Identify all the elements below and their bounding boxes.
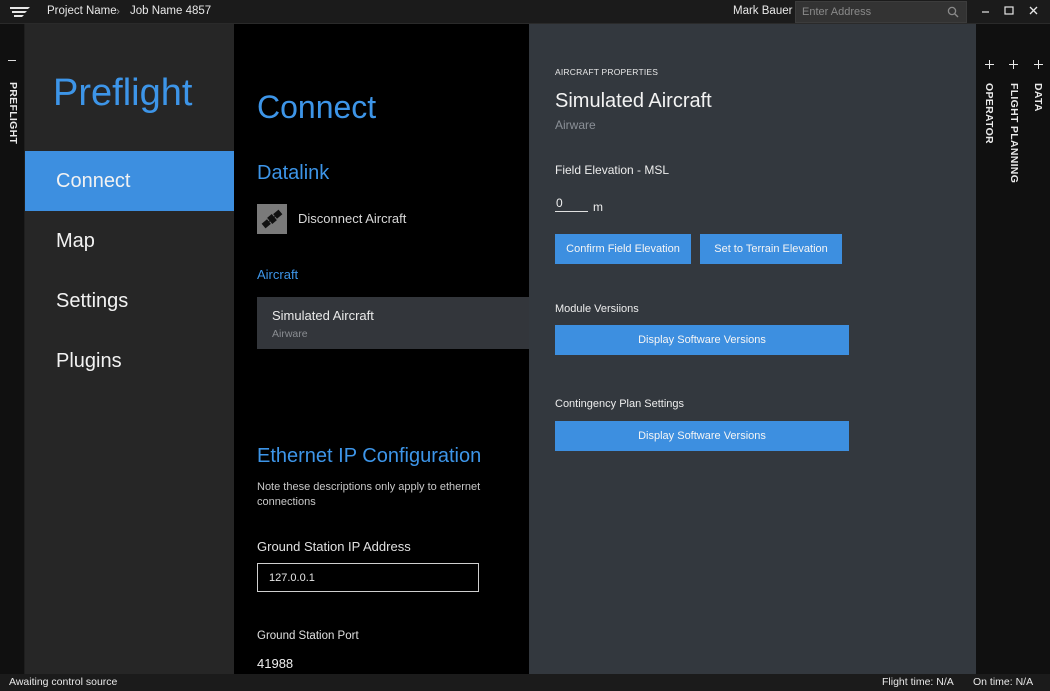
contingency-label: Contingency Plan Settings bbox=[555, 398, 685, 410]
collapse-icon[interactable] bbox=[8, 60, 16, 61]
tab-operator[interactable]: OPERATOR bbox=[983, 83, 995, 144]
status-on-time: On time: N/A bbox=[973, 676, 1034, 688]
title-bar: Project Name › Job Name 4857 Mark Bauer bbox=[0, 0, 1050, 24]
module-versions-label: Module Versiions bbox=[555, 303, 639, 315]
aircraft-list-item[interactable]: Simulated Aircraft Airware bbox=[257, 297, 529, 349]
satellite-icon[interactable] bbox=[257, 204, 287, 234]
datalink-heading: Datalink bbox=[257, 162, 330, 184]
nav-item-connect[interactable]: Connect bbox=[25, 151, 234, 211]
ethernet-note: Note these descriptions only apply to et… bbox=[257, 481, 481, 508]
right-tab-rail: OPERATOR FLIGHT PLANNING DATA bbox=[976, 24, 1050, 674]
elevation-unit: m bbox=[593, 200, 603, 214]
search-icon[interactable] bbox=[947, 6, 959, 18]
confirm-field-elevation-button[interactable]: Confirm Field Elevation bbox=[555, 234, 691, 264]
ip-address-input[interactable] bbox=[258, 564, 478, 591]
status-control-source: Awaiting control source bbox=[9, 676, 118, 688]
operator-expand-icon[interactable] bbox=[985, 60, 994, 69]
close-icon[interactable] bbox=[1026, 3, 1042, 19]
connect-panel: Connect Datalink Disconnect Aircraft Air… bbox=[234, 24, 529, 674]
display-contingency-versions-button[interactable]: Display Software Versions bbox=[555, 421, 849, 451]
data-expand-icon[interactable] bbox=[1034, 60, 1043, 69]
set-terrain-elevation-button[interactable]: Set to Terrain Elevation bbox=[700, 234, 842, 264]
ip-address-field-box bbox=[257, 563, 479, 592]
display-module-versions-button[interactable]: Display Software Versions bbox=[555, 325, 849, 355]
minimize-icon[interactable] bbox=[978, 3, 994, 19]
tab-data[interactable]: DATA bbox=[1032, 83, 1044, 112]
address-search-box bbox=[795, 1, 967, 23]
breadcrumb-job[interactable]: Job Name 4857 bbox=[130, 5, 211, 17]
chevron-right-icon: › bbox=[116, 4, 120, 18]
field-elevation-label: Field Elevation - MSL bbox=[555, 163, 670, 177]
flight-planning-expand-icon[interactable] bbox=[1009, 60, 1018, 69]
nav-item-map[interactable]: Map bbox=[25, 211, 234, 271]
breadcrumb-project[interactable]: Project Name bbox=[47, 5, 117, 17]
aircraft-properties-panel: AIRCRAFT PROPERTIES Simulated Aircraft A… bbox=[529, 24, 976, 674]
properties-caption: AIRCRAFT PROPERTIES bbox=[555, 67, 659, 77]
maximize-icon[interactable] bbox=[1001, 3, 1017, 19]
port-value[interactable]: 41988 bbox=[257, 656, 293, 671]
aircraft-heading: Aircraft bbox=[257, 267, 299, 282]
properties-aircraft-maker: Airware bbox=[555, 118, 596, 132]
nav-item-plugins[interactable]: Plugins bbox=[25, 331, 234, 391]
address-input[interactable] bbox=[796, 2, 946, 22]
nav-title: Preflight bbox=[53, 72, 193, 114]
preflight-nav: Preflight Connect Map Settings Plugins bbox=[25, 24, 234, 674]
field-elevation-field bbox=[555, 194, 588, 212]
aircraft-name: Simulated Aircraft bbox=[272, 308, 374, 323]
status-flight-time: Flight time: N/A bbox=[882, 676, 954, 688]
airware-logo-icon[interactable] bbox=[9, 5, 31, 19]
ethernet-heading: Ethernet IP Configuration bbox=[257, 445, 482, 467]
preflight-tab[interactable]: PREFLIGHT bbox=[0, 24, 25, 674]
user-name[interactable]: Mark Bauer bbox=[733, 5, 792, 17]
preflight-tab-label: PREFLIGHT bbox=[7, 82, 19, 145]
port-label: Ground Station Port bbox=[257, 630, 359, 642]
tab-flight-planning[interactable]: FLIGHT PLANNING bbox=[1008, 83, 1020, 183]
page-title: Connect bbox=[257, 89, 377, 125]
nav-item-settings[interactable]: Settings bbox=[25, 271, 234, 331]
status-bar: Awaiting control source Flight time: N/A… bbox=[0, 674, 1050, 691]
field-elevation-input[interactable] bbox=[555, 194, 588, 212]
ip-address-label: Ground Station IP Address bbox=[257, 539, 411, 554]
properties-aircraft-name: Simulated Aircraft bbox=[555, 90, 712, 112]
aircraft-maker: Airware bbox=[272, 328, 308, 340]
disconnect-aircraft-link[interactable]: Disconnect Aircraft bbox=[298, 211, 406, 226]
